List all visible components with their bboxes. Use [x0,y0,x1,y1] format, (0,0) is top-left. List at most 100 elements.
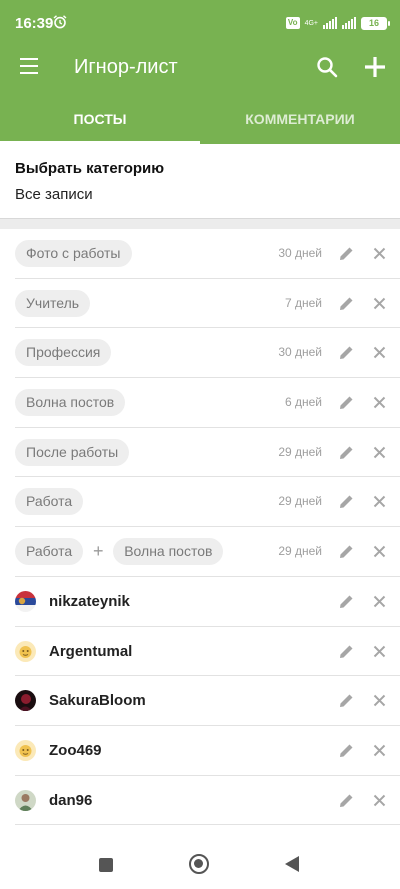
signal-icon-2 [342,17,356,29]
tab-posts-label: ПОСТЫ [73,111,127,127]
username: nikzateynik [49,592,130,610]
network-type: 4G+ [304,19,318,27]
close-icon[interactable] [373,545,386,558]
close-icon[interactable] [373,794,386,807]
duration-label: 6 дней [284,395,322,410]
close-icon[interactable] [373,297,386,310]
category-value: Все записи [15,186,93,203]
category-label: Выбрать категорию [15,160,165,177]
list-item: Работа 29 дней [0,477,400,528]
user-row: Argentumal [0,627,400,677]
list-item: Фото с работы 30 дней [0,229,400,279]
user-entry[interactable]: Argentumal [15,627,132,676]
close-icon[interactable] [373,247,386,260]
duration-label: 30 дней [278,345,322,360]
edit-icon[interactable] [338,543,355,560]
close-icon[interactable] [373,595,386,608]
tag-chip[interactable]: Учитель [15,289,91,317]
search-icon[interactable] [316,56,338,78]
tab-bar: ПОСТЫ КОММЕНТАРИИ [0,94,400,144]
tag-group: После работы [15,428,130,477]
user-entry[interactable]: SakuraBloom [15,676,146,725]
page-title: Игнор-лист [74,56,178,78]
edit-icon[interactable] [338,643,355,660]
user-row: SakuraBloom [0,676,400,726]
list-item: Учитель 7 дней [0,279,400,329]
tag-chip[interactable]: После работы [15,438,130,466]
username: SakuraBloom [49,692,146,710]
avatar [15,739,36,761]
duration-label: 7 дней [284,295,322,310]
close-icon[interactable] [373,645,386,658]
tag-chip[interactable]: Фото с работы [15,240,132,267]
edit-icon[interactable] [338,295,355,312]
recents-button[interactable] [99,858,113,872]
status-indicators: Vo 4G+ 16 [285,15,390,31]
row-divider [15,824,400,826]
close-icon[interactable] [373,694,386,707]
duration-label: 29 дней [278,544,322,559]
status-bar: 16:39 Vo 4G+ 16 [0,0,400,46]
avatar [15,590,36,612]
battery-icon: 16 [361,16,390,30]
system-nav-bar [0,839,400,889]
close-icon[interactable] [373,744,386,757]
ignore-list: Фото с работы 30 дней Учитель 7 дней Про… [0,229,400,826]
signal-icon [323,17,337,29]
section-divider [0,218,400,229]
edit-icon[interactable] [338,593,355,610]
user-entry[interactable]: nikzateynik [15,577,130,626]
edit-icon[interactable] [338,394,355,411]
user-row: dan96 [0,776,400,826]
category-selector[interactable]: Выбрать категорию Все записи [0,144,400,218]
list-item: Работа + Волна постов 29 дней [0,527,400,577]
edit-icon[interactable] [338,692,355,709]
menu-icon[interactable] [20,58,38,74]
alarm-icon [53,15,67,29]
user-row: nikzateynik [0,577,400,627]
tag-chip[interactable]: Волна постов [113,538,224,566]
duration-label: 30 дней [278,246,322,260]
username: dan96 [49,791,93,809]
tag-chip[interactable]: Волна постов [15,389,126,417]
tag-group: Профессия [15,328,112,377]
tag-group: Учитель [15,279,91,328]
close-icon[interactable] [373,396,386,409]
user-row: Zoo469 [0,726,400,776]
list-item: Волна постов 6 дней [0,378,400,428]
add-icon[interactable] [363,55,387,79]
user-entry[interactable]: dan96 [15,776,92,825]
duration-label: 29 дней [278,444,322,459]
edit-icon[interactable] [338,493,355,510]
tag-chip[interactable]: Работа [15,538,84,566]
tag-chip[interactable]: Профессия [15,339,112,367]
edit-icon[interactable] [338,444,355,461]
list-item: Профессия 30 дней [0,328,400,379]
tag-group: Волна постов [15,378,126,427]
close-icon[interactable] [373,346,386,359]
username: Argentumal [49,642,133,660]
tab-comments[interactable]: КОММЕНТАРИИ [200,94,400,144]
edit-icon[interactable] [338,245,355,262]
tab-posts[interactable]: ПОСТЫ [0,94,200,144]
avatar [15,789,36,811]
home-button[interactable] [189,854,209,874]
plus-icon: + [92,541,104,562]
username: Zoo469 [49,741,102,759]
app-bar: Игнор-лист [0,46,400,94]
tag-chip[interactable]: Работа [15,488,84,516]
close-icon[interactable] [373,446,386,459]
tab-comments-label: КОММЕНТАРИИ [245,111,355,127]
volte-badge: Vo [285,17,300,29]
tag-group: Фото с работы [15,229,132,278]
close-icon[interactable] [373,495,386,508]
list-item: После работы 29 дней [0,428,400,478]
edit-icon[interactable] [338,344,355,361]
edit-icon[interactable] [338,742,355,759]
status-time: 16:39 [15,15,54,32]
tag-group: Работа + Волна постов [15,527,224,576]
edit-icon[interactable] [338,792,355,809]
back-button[interactable] [285,856,299,872]
user-entry[interactable]: Zoo469 [15,726,102,775]
avatar [15,640,36,662]
